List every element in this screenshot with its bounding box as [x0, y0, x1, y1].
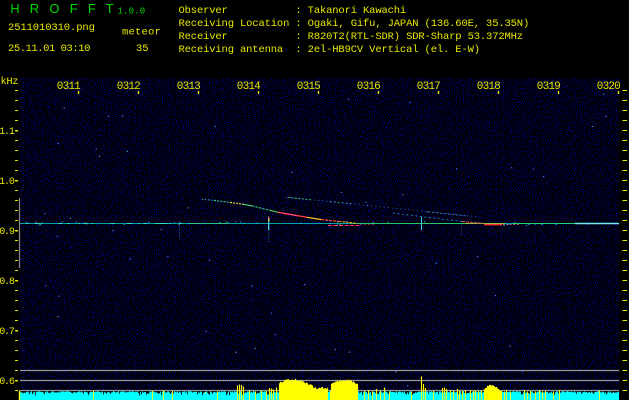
svg-text:0318: 0318: [477, 81, 500, 93]
svg-text:0.9-: 0.9-: [0, 227, 19, 238]
svg-text:kHz: kHz: [1, 76, 19, 88]
svg-text:0317: 0317: [417, 81, 440, 93]
svg-text:Receiving antenna : 2el-HB9CV: Receiving antenna : 2el-HB9CV Vertical (…: [179, 44, 480, 56]
svg-text:Observer : Takanori: Observer : Takanori Kawachi: [179, 5, 407, 17]
svg-text:1.0.0: 1.0.0: [118, 6, 146, 16]
svg-text:1.0-: 1.0-: [0, 177, 19, 188]
svg-text:0320: 0320: [597, 81, 620, 93]
svg-text:0319: 0319: [537, 81, 560, 93]
svg-text:0313: 0313: [177, 81, 200, 93]
svg-text:Receiving Location : Ogaki, Gi: Receiving Location : Ogaki, Gifu, JAPAN …: [179, 18, 530, 30]
svg-text:0315: 0315: [297, 81, 320, 93]
svg-text:0316: 0316: [357, 81, 380, 93]
svg-text:0312: 0312: [117, 81, 140, 93]
svg-text:0.7-: 0.7-: [0, 327, 19, 338]
svg-text:1.1-: 1.1-: [0, 127, 19, 138]
svg-text:0.6-: 0.6-: [0, 377, 19, 388]
svg-text:H R O F F T: H R O F F T: [10, 1, 117, 16]
svg-text:35: 35: [136, 43, 149, 55]
svg-text:2511010310.png: 2511010310.png: [8, 22, 95, 34]
svg-text:25.11.01 03:10: 25.11.01 03:10: [8, 43, 90, 55]
svg-text:0314: 0314: [237, 81, 261, 93]
svg-text:0.8-: 0.8-: [0, 277, 19, 288]
svg-text:Receiver : R820T2(RT: Receiver : R820T2(RTL-SDR) SDR-Sharp 53.…: [179, 31, 523, 43]
svg-text:meteor: meteor: [122, 26, 161, 38]
svg-text:0311: 0311: [57, 81, 81, 93]
